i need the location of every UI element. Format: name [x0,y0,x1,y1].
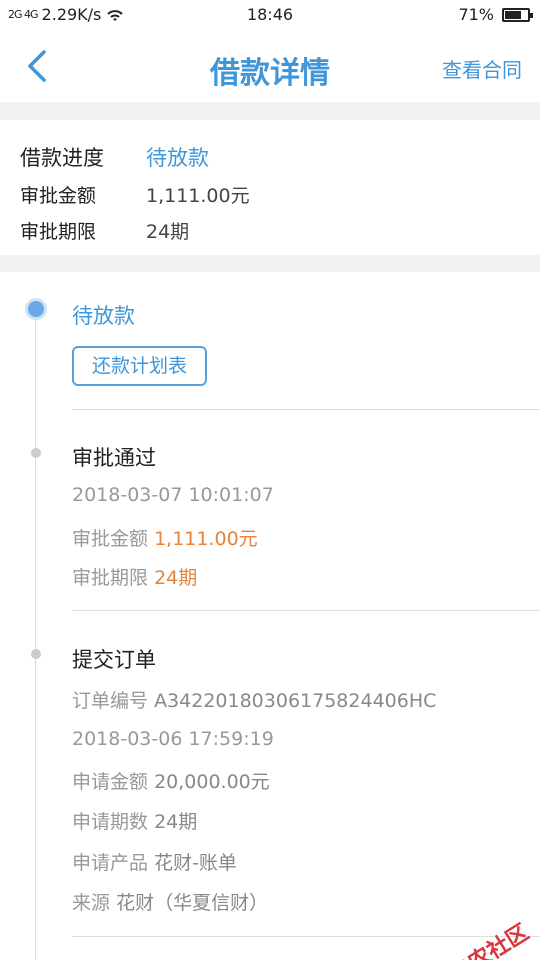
apply-term-label: 申请期数 [72,811,149,833]
timeline-divider [72,409,540,410]
order-number-label: 订单编号 [72,690,149,712]
apply-product-label: 申请产品 [72,852,149,874]
timeline-order-number: 订单编号 A34220180306175824406HC [72,686,436,713]
timeline-approved-amount-label: 审批金额 [72,528,149,550]
timeline-divider [72,936,540,937]
progress-label: 借款进度 [20,146,104,170]
apply-amount-label: 申请金额 [72,771,149,793]
timeline-approved-dot [31,448,41,458]
source-label: 来源 [72,892,111,914]
nav-bar: 借款详情 查看合同 [0,30,540,102]
timeline-approved-title: 审批通过 [72,446,156,470]
approved-amount-value: 1,111.00元 [146,185,250,207]
status-bar: 2G 4G 2.29K/s 18:46 71% [0,0,540,30]
timeline-current-dot [25,298,47,320]
timeline-line [35,300,36,960]
source-value: 花财（华夏信财） [116,892,269,914]
status-right: 71% [458,5,533,24]
approved-amount-label: 审批金额 [20,185,97,207]
battery-icon [502,7,533,22]
timeline-approved-time: 2018-03-07 10:01:07 [72,484,274,506]
timeline-submitted-dot [31,649,41,659]
timeline-apply-product: 申请产品 花财-账单 [72,848,237,875]
timeline-apply-term: 申请期数 24期 [72,807,197,834]
timeline-approved-amount: 审批金额 1,111.00元 [72,524,258,551]
timeline-divider [72,610,540,611]
battery-percent: 71% [458,5,494,24]
timeline-submitted-time: 2018-03-06 17:59:19 [72,728,274,750]
approved-term-label: 审批期限 [20,221,97,243]
timeline-apply-amount: 申请金额 20,000.00元 [72,767,270,794]
progress-value: 待放款 [146,146,209,170]
repayment-plan-button[interactable]: 还款计划表 [72,346,207,386]
timeline-approved-term-label: 审批期限 [72,567,149,589]
timeline-submitted-title: 提交订单 [72,648,156,672]
timeline-current-title: 待放款 [72,304,135,328]
progress-row: 借款进度 待放款 [20,142,209,172]
approved-term-row: 审批期限 24期 [20,217,189,244]
approved-amount-row: 审批金额 1,111.00元 [20,181,250,208]
apply-amount-value: 20,000.00元 [154,771,270,793]
approved-term-value: 24期 [146,221,190,243]
timeline-approved-term: 审批期限 24期 [72,563,197,590]
timeline-source: 来源 花财（华夏信财） [72,888,268,915]
apply-product-value: 花财-账单 [154,852,237,874]
apply-term-value: 24期 [154,811,198,833]
timeline-approved-term-value: 24期 [154,567,198,589]
order-number-value: A34220180306175824406HC [154,690,437,712]
view-contract-link[interactable]: 查看合同 [442,54,522,83]
timeline-approved-amount-value: 1,111.00元 [154,528,258,550]
loan-summary-card: 借款进度 待放款 审批金额 1,111.00元 审批期限 24期 [0,120,540,255]
loan-timeline: 待放款 还款计划表 审批通过 2018-03-07 10:01:07 审批金额 … [0,272,540,960]
